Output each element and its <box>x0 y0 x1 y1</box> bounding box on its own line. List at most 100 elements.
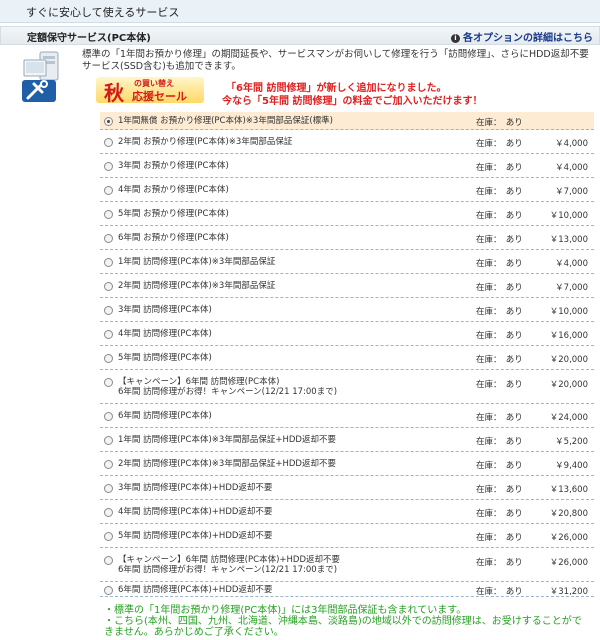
service-option-row[interactable]: 3年間 訪問修理(PC本体)+HDD返却不要 在庫： あり ￥13,600 <box>100 476 594 500</box>
service-description: 標準の「1年間お預かり修理」の期間延長や、サービスマンがお伺いして修理を行う「訪… <box>82 49 589 72</box>
option-radio[interactable] <box>104 138 113 147</box>
option-radio[interactable] <box>104 306 113 315</box>
option-name: 3年間 訪問修理(PC本体) <box>118 305 212 315</box>
option-price: ￥20,800 <box>549 509 588 519</box>
option-name: 6年間 訪問修理(PC本体) <box>118 411 212 421</box>
option-name: 5年間 お預かり修理(PC本体) <box>118 209 229 219</box>
service-option-row[interactable]: 2年間 訪問修理(PC本体)※3年間部品保証+HDD返却不要 在庫： あり ￥9,4… <box>100 452 594 476</box>
option-radio[interactable] <box>104 210 113 219</box>
option-radio[interactable] <box>104 412 113 421</box>
option-stock: 在庫： あり <box>476 118 523 128</box>
option-details-link-label: 各オプションの詳細はこちら <box>463 33 593 44</box>
option-radio[interactable] <box>104 508 113 517</box>
service-option-row[interactable]: 1年間 訪問修理(PC本体)※3年間部品保証+HDD返却不要 在庫： あり ￥5,2… <box>100 428 594 452</box>
option-stock: 在庫： あり <box>476 187 523 197</box>
option-stock: 在庫： あり <box>476 533 523 543</box>
option-stock: 在庫： あり <box>476 461 523 471</box>
option-stock: 在庫： あり <box>476 558 523 568</box>
option-name: 3年間 お預かり修理(PC本体) <box>118 161 229 171</box>
option-radio[interactable] <box>104 460 113 469</box>
option-stock: 在庫： あり <box>476 259 523 269</box>
option-price: ￥4,000 <box>555 259 588 269</box>
option-radio[interactable] <box>104 436 113 445</box>
option-price: ￥16,000 <box>549 331 588 341</box>
page-header-title: すぐに安心して使えるサービス <box>26 6 180 19</box>
option-radio[interactable] <box>104 330 113 339</box>
option-name: 6年間 お預かり修理(PC本体) <box>118 233 229 243</box>
option-price: ￥20,000 <box>549 380 588 390</box>
service-option-row[interactable]: 3年間 訪問修理(PC本体) 在庫： あり ￥10,000 <box>100 298 594 322</box>
option-stock: 在庫： あり <box>476 331 523 341</box>
option-stock: 在庫： あり <box>476 380 523 390</box>
service-option-row[interactable]: 4年間 お預かり修理(PC本体) 在庫： あり ￥7,000 <box>100 178 594 202</box>
option-radio[interactable] <box>104 117 113 126</box>
service-option-row[interactable]: 5年間 訪問修理(PC本体) 在庫： あり ￥20,000 <box>100 346 594 370</box>
section-header: 定額保守サービス(PC本体) i 各オプションの詳細はこちら <box>0 26 600 45</box>
option-price: ￥20,000 <box>549 355 588 365</box>
option-name: 2年間 訪問修理(PC本体)※3年間部品保証 <box>118 281 276 291</box>
service-option-row[interactable]: 5年間 訪問修理(PC本体)+HDD返却不要 在庫： あり ￥26,000 <box>100 524 594 548</box>
service-option-row[interactable]: 4年間 訪問修理(PC本体)+HDD返却不要 在庫： あり ￥20,800 <box>100 500 594 524</box>
option-details-link[interactable]: i 各オプションの詳細はこちら <box>451 29 593 44</box>
option-radio[interactable] <box>104 186 113 195</box>
option-price: ￥7,000 <box>555 283 588 293</box>
option-stock: 在庫： あり <box>476 485 523 495</box>
service-option-row[interactable]: 6年間 訪問修理(PC本体) 在庫： あり ￥24,000 <box>100 404 594 428</box>
option-stock: 在庫： あり <box>476 509 523 519</box>
option-radio[interactable] <box>104 532 113 541</box>
option-name: 5年間 訪問修理(PC本体)+HDD返却不要 <box>118 531 273 541</box>
repair-service-icon <box>22 51 59 102</box>
service-option-row[interactable]: 4年間 訪問修理(PC本体) 在庫： あり ￥16,000 <box>100 322 594 346</box>
service-option-row[interactable]: 1年間 訪問修理(PC本体)※3年間部品保証 在庫： あり ￥4,000 <box>100 250 594 274</box>
option-price: ￥4,000 <box>555 163 588 173</box>
option-name: 【キャンペーン】6年間 訪問修理(PC本体)+HDD返却不要 6年間 訪問修理が… <box>118 555 340 575</box>
option-stock: 在庫： あり <box>476 437 523 447</box>
option-name: 1年間 訪問修理(PC本体)※3年間部品保証 <box>118 257 276 267</box>
note-line: ・標準の「1年間お預かり修理(PC本体)」には3年間部品保証も含まれています。 <box>104 605 467 616</box>
option-radio[interactable] <box>104 378 113 387</box>
autumn-sale-badge: 秋 の買い替え 応援セール <box>96 77 204 105</box>
service-option-row[interactable]: 5年間 お預かり修理(PC本体) 在庫： あり ￥10,000 <box>100 202 594 226</box>
option-radio[interactable] <box>104 484 113 493</box>
service-option-row[interactable]: 2年間 訪問修理(PC本体)※3年間部品保証 在庫： あり ￥7,000 <box>100 274 594 298</box>
service-options-list: 1年間無償 お預かり修理(PC本体)※3年間部品保証(標準) 在庫： あり 2年間 … <box>100 112 594 597</box>
option-radio[interactable] <box>104 162 113 171</box>
option-name: 5年間 訪問修理(PC本体) <box>118 353 212 363</box>
option-name: 6年間 訪問修理(PC本体)+HDD返却不要 <box>118 585 273 595</box>
option-price: ￥31,200 <box>549 587 588 597</box>
option-name: 1年間無償 お預かり修理(PC本体)※3年間部品保証(標準) <box>118 116 333 126</box>
option-stock: 在庫： あり <box>476 163 523 173</box>
option-radio[interactable] <box>104 556 113 565</box>
option-name: 2年間 訪問修理(PC本体)※3年間部品保証+HDD返却不要 <box>118 459 336 469</box>
option-price: ￥24,000 <box>549 413 588 423</box>
service-option-row[interactable]: 3年間 お預かり修理(PC本体) 在庫： あり ￥4,000 <box>100 154 594 178</box>
option-price: ￥4,000 <box>555 139 588 149</box>
option-radio[interactable] <box>104 234 113 243</box>
option-stock: 在庫： あり <box>476 587 523 597</box>
note-line: ・こちら(本州、四国、九州、北海道、沖縄本島、淡路島)の地域以外での訪問修理は、… <box>104 616 582 627</box>
option-name: 4年間 訪問修理(PC本体) <box>118 329 212 339</box>
option-radio[interactable] <box>104 282 113 291</box>
option-stock: 在庫： あり <box>476 283 523 293</box>
option-name: 3年間 訪問修理(PC本体)+HDD返却不要 <box>118 483 273 493</box>
option-price: ￥26,000 <box>549 533 588 543</box>
service-options-page: すぐに安心して使えるサービス 定額保守サービス(PC本体) i 各オプションの詳細… <box>0 0 600 640</box>
option-radio[interactable] <box>104 258 113 267</box>
option-price: ￥10,000 <box>549 307 588 317</box>
sale-badge-bottom: 応援セール <box>132 90 187 103</box>
note-line: きません。あらかじめご了承ください。 <box>104 627 284 638</box>
service-option-row[interactable]: 【キャンペーン】6年間 訪問修理(PC本体) 6年間 訪問修理がお得！キャンペー… <box>100 370 594 404</box>
service-option-row[interactable]: 2年間 お預かり修理(PC本体)※3年間部品保証 在庫： あり ￥4,000 <box>100 130 594 154</box>
service-option-row[interactable]: 6年間 訪問修理(PC本体)+HDD返却不要 在庫： あり ￥31,200 <box>100 582 594 597</box>
option-radio[interactable] <box>104 586 113 595</box>
option-radio[interactable] <box>104 354 113 363</box>
option-name: 4年間 お預かり修理(PC本体) <box>118 185 229 195</box>
info-circle-icon: i <box>451 34 460 43</box>
option-price: ￥26,000 <box>549 558 588 568</box>
option-price: ￥9,400 <box>555 461 588 471</box>
service-option-row[interactable]: 6年間 お預かり修理(PC本体) 在庫： あり ￥13,000 <box>100 226 594 250</box>
section-title: 定額保守サービス(PC本体) <box>27 33 151 44</box>
service-option-row[interactable]: 【キャンペーン】6年間 訪問修理(PC本体)+HDD返却不要 6年間 訪問修理が… <box>100 548 594 582</box>
service-option-row[interactable]: 1年間無償 お預かり修理(PC本体)※3年間部品保証(標準) 在庫： あり <box>100 112 594 130</box>
option-stock: 在庫： あり <box>476 307 523 317</box>
